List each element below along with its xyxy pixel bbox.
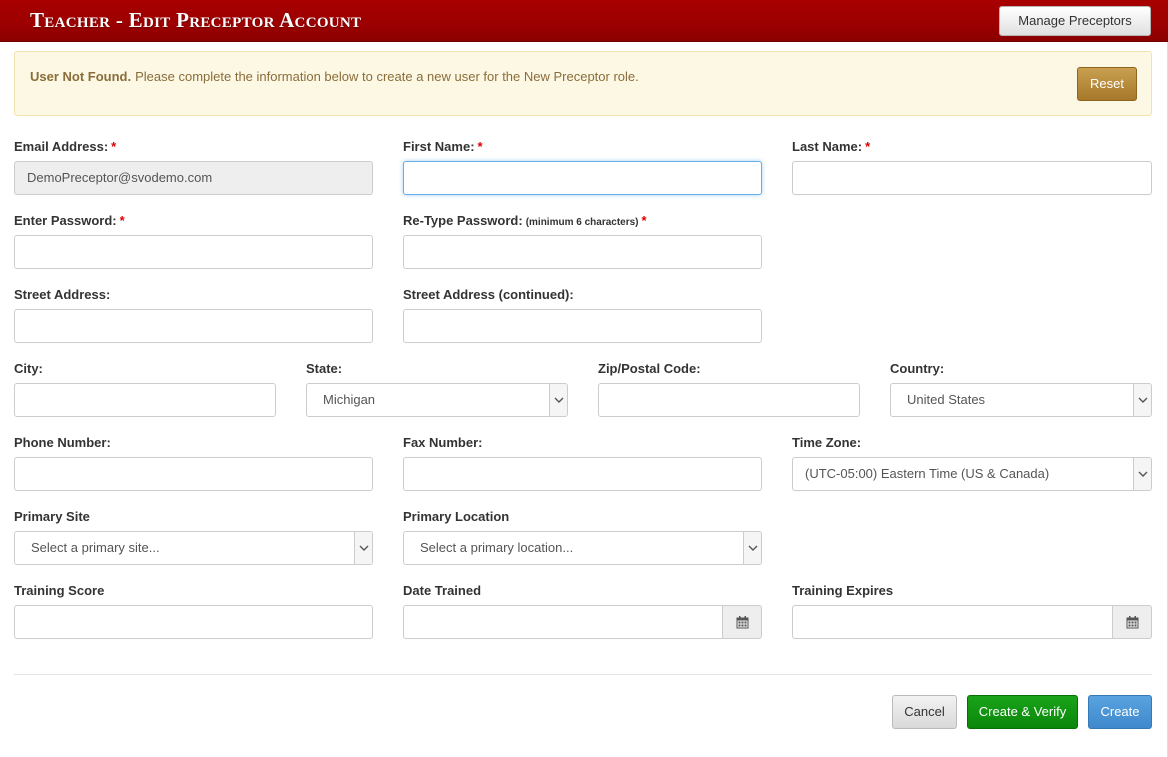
- state-select[interactable]: Michigan: [306, 383, 568, 417]
- retype-password-label: Re-Type Password: (minimum 6 characters) *: [403, 213, 647, 228]
- alert-message-text: Please complete the information below to…: [135, 69, 639, 84]
- timezone-select-value: (UTC-05:00) Eastern Time (US & Canada): [805, 466, 1050, 481]
- zip-label: Zip/Postal Code:: [598, 361, 701, 376]
- form-divider: [14, 674, 1152, 675]
- date-trained-calendar-button[interactable]: [722, 605, 762, 639]
- first-name-field[interactable]: [403, 161, 762, 195]
- country-label: Country:: [890, 361, 945, 376]
- country-select-value: United States: [907, 392, 986, 407]
- chevron-down-icon: [1133, 458, 1151, 490]
- timezone-label: Time Zone:: [792, 435, 862, 450]
- reset-button[interactable]: Reset: [1077, 67, 1137, 101]
- city-field[interactable]: [14, 383, 276, 417]
- calendar-icon: [1126, 615, 1138, 628]
- street-address-field[interactable]: [14, 309, 373, 343]
- fax-field[interactable]: [403, 457, 762, 491]
- user-not-found-alert: User Not Found. Please complete the infor…: [14, 51, 1152, 116]
- chevron-down-icon: [549, 384, 567, 416]
- email-field[interactable]: DemoPreceptor@svodemo.com: [14, 161, 373, 195]
- primary-location-select[interactable]: Select a primary location...: [403, 531, 762, 565]
- training-expires-field[interactable]: [792, 605, 1113, 639]
- training-expires-calendar-button[interactable]: [1112, 605, 1152, 639]
- page-header: Teacher - Edit Preceptor Account Manage …: [0, 0, 1168, 42]
- retype-password-field[interactable]: [403, 235, 762, 269]
- primary-site-select[interactable]: Select a primary site...: [14, 531, 373, 565]
- state-label: State:: [306, 361, 343, 376]
- state-select-value: Michigan: [323, 392, 376, 407]
- primary-location-select-value: Select a primary location...: [420, 540, 574, 555]
- timezone-select[interactable]: (UTC-05:00) Eastern Time (US & Canada): [792, 457, 1152, 491]
- calendar-icon: [736, 615, 748, 628]
- first-name-label: First Name: *: [403, 139, 483, 154]
- last-name-label: Last Name: *: [792, 139, 871, 154]
- chevron-down-icon: [743, 532, 761, 564]
- phone-field[interactable]: [14, 457, 373, 491]
- cancel-button[interactable]: Cancel: [892, 695, 957, 729]
- email-label: Email Address: *: [14, 139, 117, 154]
- manage-preceptors-button[interactable]: Manage Preceptors: [999, 6, 1151, 36]
- training-expires-label: Training Expires: [792, 583, 894, 598]
- date-trained-label: Date Trained: [403, 583, 482, 598]
- primary-site-select-value: Select a primary site...: [31, 540, 160, 555]
- city-label: City:: [14, 361, 43, 376]
- create-button[interactable]: Create: [1088, 695, 1152, 729]
- country-select[interactable]: United States: [890, 383, 1152, 417]
- alert-strong: User Not Found.: [30, 69, 132, 84]
- training-score-field[interactable]: [14, 605, 373, 639]
- alert-message: User Not Found. Please complete the infor…: [30, 69, 639, 84]
- chevron-down-icon: [354, 532, 372, 564]
- date-trained-field[interactable]: [403, 605, 723, 639]
- zip-field[interactable]: [598, 383, 860, 417]
- create-verify-button[interactable]: Create & Verify: [967, 695, 1078, 729]
- primary-location-label: Primary Location: [403, 509, 510, 524]
- last-name-field[interactable]: [792, 161, 1152, 195]
- training-score-label: Training Score: [14, 583, 105, 598]
- chevron-down-icon: [1133, 384, 1151, 416]
- fax-label: Fax Number:: [403, 435, 483, 450]
- phone-label: Phone Number:: [14, 435, 111, 450]
- street-address-label: Street Address:: [14, 287, 111, 302]
- street-address-2-label: Street Address (continued):: [403, 287, 574, 302]
- page-title: Teacher - Edit Preceptor Account: [30, 8, 362, 32]
- street-address-2-field[interactable]: [403, 309, 762, 343]
- primary-site-label: Primary Site: [14, 509, 90, 524]
- password-label: Enter Password: *: [14, 213, 125, 228]
- password-field[interactable]: [14, 235, 373, 269]
